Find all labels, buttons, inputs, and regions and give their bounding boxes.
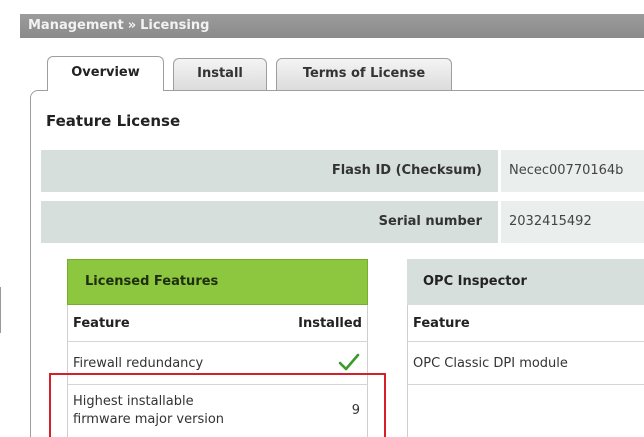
flash-id-value: Nec­ec00770164b [501,150,644,192]
breadcrumb-item-licensing: Licensing [140,18,210,33]
opc-inspector-header: OPC Inspector [407,259,644,305]
left-border-line [0,287,1,333]
opc-column-header-feature: Feature [413,316,470,331]
serial-number-value: 2032415492 [501,201,644,243]
licensed-features-header: Licensed Features [67,259,368,305]
tab-terms-of-license[interactable]: Terms of License [276,58,452,90]
page-title: Feature License [46,112,181,130]
tab-install[interactable]: Install [173,58,267,90]
breadcrumb-separator: » [127,18,137,33]
serial-number-label: Serial number [41,201,498,243]
breadcrumb-item-management[interactable]: Management [28,18,124,33]
column-header-installed: Installed [298,316,362,331]
highlight-box [49,373,386,437]
check-icon [338,353,360,371]
tab-overview[interactable]: Overview [47,56,164,91]
breadcrumb: Management» Licensing [20,14,644,38]
flash-id-label: Flash ID (Checksum) [41,150,498,192]
column-header-feature: Feature [73,316,130,331]
feature-opc-classic-dpi: OPC Classic DPI module [413,356,568,371]
